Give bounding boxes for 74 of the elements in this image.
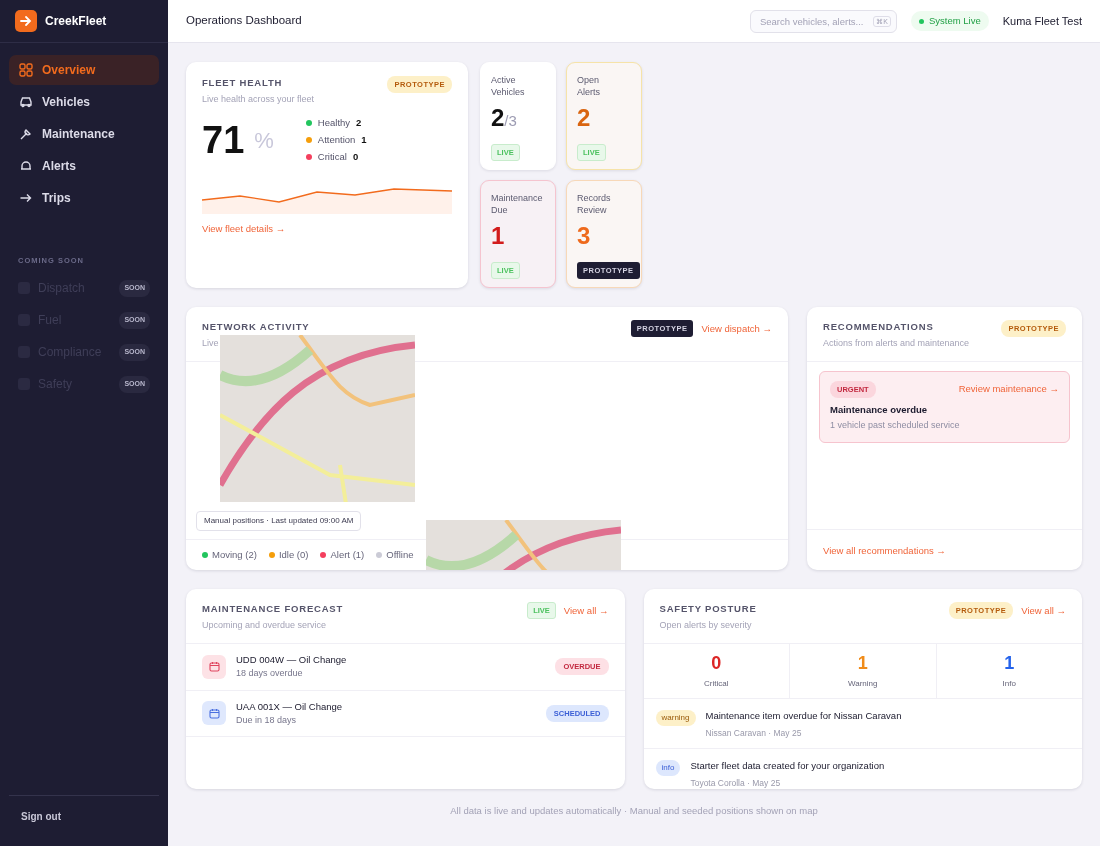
card-subtitle: Live health across your fleet: [202, 93, 315, 107]
car-icon: [19, 95, 33, 109]
card-title: FLEET HEALTH: [202, 76, 284, 90]
severity-label: Warning: [847, 677, 879, 690]
legend-count: 2: [356, 116, 362, 131]
wrench-icon: [19, 127, 33, 141]
card-subtitle: Upcoming and overdue service: [202, 619, 328, 633]
legend-label: Offline: [386, 547, 414, 562]
view-details-link[interactable]: View fleet details →: [202, 221, 286, 236]
percent-sign: %: [254, 126, 274, 155]
sidebar-item[interactable]: Maintenance: [9, 119, 159, 149]
sign-out-link[interactable]: Sign out: [21, 808, 61, 824]
footer-note: All data is live and updates automatically · Manual and seeded positions shown on map: [449, 804, 819, 818]
grid-icon: [19, 63, 33, 77]
calendar-icon: [202, 654, 226, 679]
view-all-link[interactable]: View all →: [563, 603, 609, 618]
sidebar-item[interactable]: Overview: [9, 55, 159, 85]
kpi-label: Maintenance Due: [491, 193, 544, 217]
alert-title: Starter fleet data created for your organization: [690, 758, 885, 773]
severity-count: 0: [710, 653, 723, 674]
view-dispatch-link[interactable]: View dispatch →: [701, 321, 772, 336]
bell-icon: [19, 159, 33, 173]
alert-meta: Toyota Corolla · May 25: [690, 776, 782, 790]
service-title: UDD 004W — Oil Change: [236, 652, 347, 667]
card-subtitle: Open alerts by severity: [659, 619, 753, 633]
legend-label: Attention: [317, 133, 356, 148]
card-title: SAFETY POSTURE: [659, 602, 757, 616]
card-title: MAINTENANCE FORECAST: [202, 602, 344, 616]
severity-tag: info: [655, 759, 681, 776]
legend-label: Alert (1): [330, 547, 365, 562]
health-score: 71: [202, 121, 245, 160]
severity-label: Critical: [703, 677, 730, 690]
view-all-link[interactable]: View all recommendations →: [823, 543, 946, 558]
arrow-icon: [19, 191, 33, 205]
kpi-label: Active Vehicles: [491, 75, 526, 99]
card-subtitle: Actions from alerts and maintenance: [823, 337, 970, 351]
legend-label: Moving (2): [212, 547, 257, 562]
service-detail: 18 days overdue: [236, 667, 304, 680]
service-title: UAA 001X — Oil Change: [236, 699, 343, 714]
severity-tag: warning: [655, 709, 696, 726]
legend-count: 0: [352, 150, 359, 165]
legend-label: Healthy: [317, 116, 351, 131]
card-title: NETWORK ACTIVITY: [202, 320, 310, 334]
kpi-label: Records Review: [577, 193, 612, 217]
card-title: RECOMMENDATIONS: [823, 320, 935, 334]
logo-icon: [15, 10, 37, 32]
legend-label: Critical: [317, 150, 347, 165]
recommendation-detail: 1 vehicle past scheduled service: [830, 419, 961, 433]
severity-label: Info: [1001, 677, 1017, 690]
legend-label: Idle (0): [278, 547, 309, 562]
map-caption: Manual positions · Last updated 09:00 AM: [196, 511, 362, 531]
brand-name: CreekFleet: [45, 13, 107, 30]
calendar-icon: [202, 701, 226, 726]
kpi-value: 3: [577, 224, 592, 249]
card-subtitle: Live: [202, 337, 220, 351]
status-pill: System Live: [910, 10, 989, 32]
kpi-value: 1: [491, 224, 506, 249]
kpi-label: Open Alerts: [577, 75, 601, 99]
review-link[interactable]: Review maintenance →: [958, 382, 1059, 397]
severity-count: 1: [856, 653, 869, 674]
kpi-value: 2/3: [491, 106, 518, 131]
kpi-value: 2: [577, 106, 592, 131]
service-detail: Due in 18 days: [236, 713, 298, 727]
sidebar-item[interactable]: Vehicles: [9, 87, 159, 117]
alert-title: Maintenance item overdue for Nissan Caravan: [705, 708, 902, 723]
alert-meta: Nissan Caravan · May 25: [705, 726, 803, 740]
sidebar-item[interactable]: Alerts: [9, 151, 159, 181]
view-all-link[interactable]: View all →: [1021, 603, 1066, 618]
page-title: Operations Dashboard: [186, 13, 302, 29]
sidebar-item[interactable]: Trips: [9, 183, 159, 213]
legend-count: 1: [361, 133, 367, 148]
severity-count: 1: [1003, 653, 1016, 674]
organization-name[interactable]: Kuma Fleet Test: [1002, 12, 1082, 30]
recommendation-title: Maintenance overdue: [830, 403, 929, 417]
